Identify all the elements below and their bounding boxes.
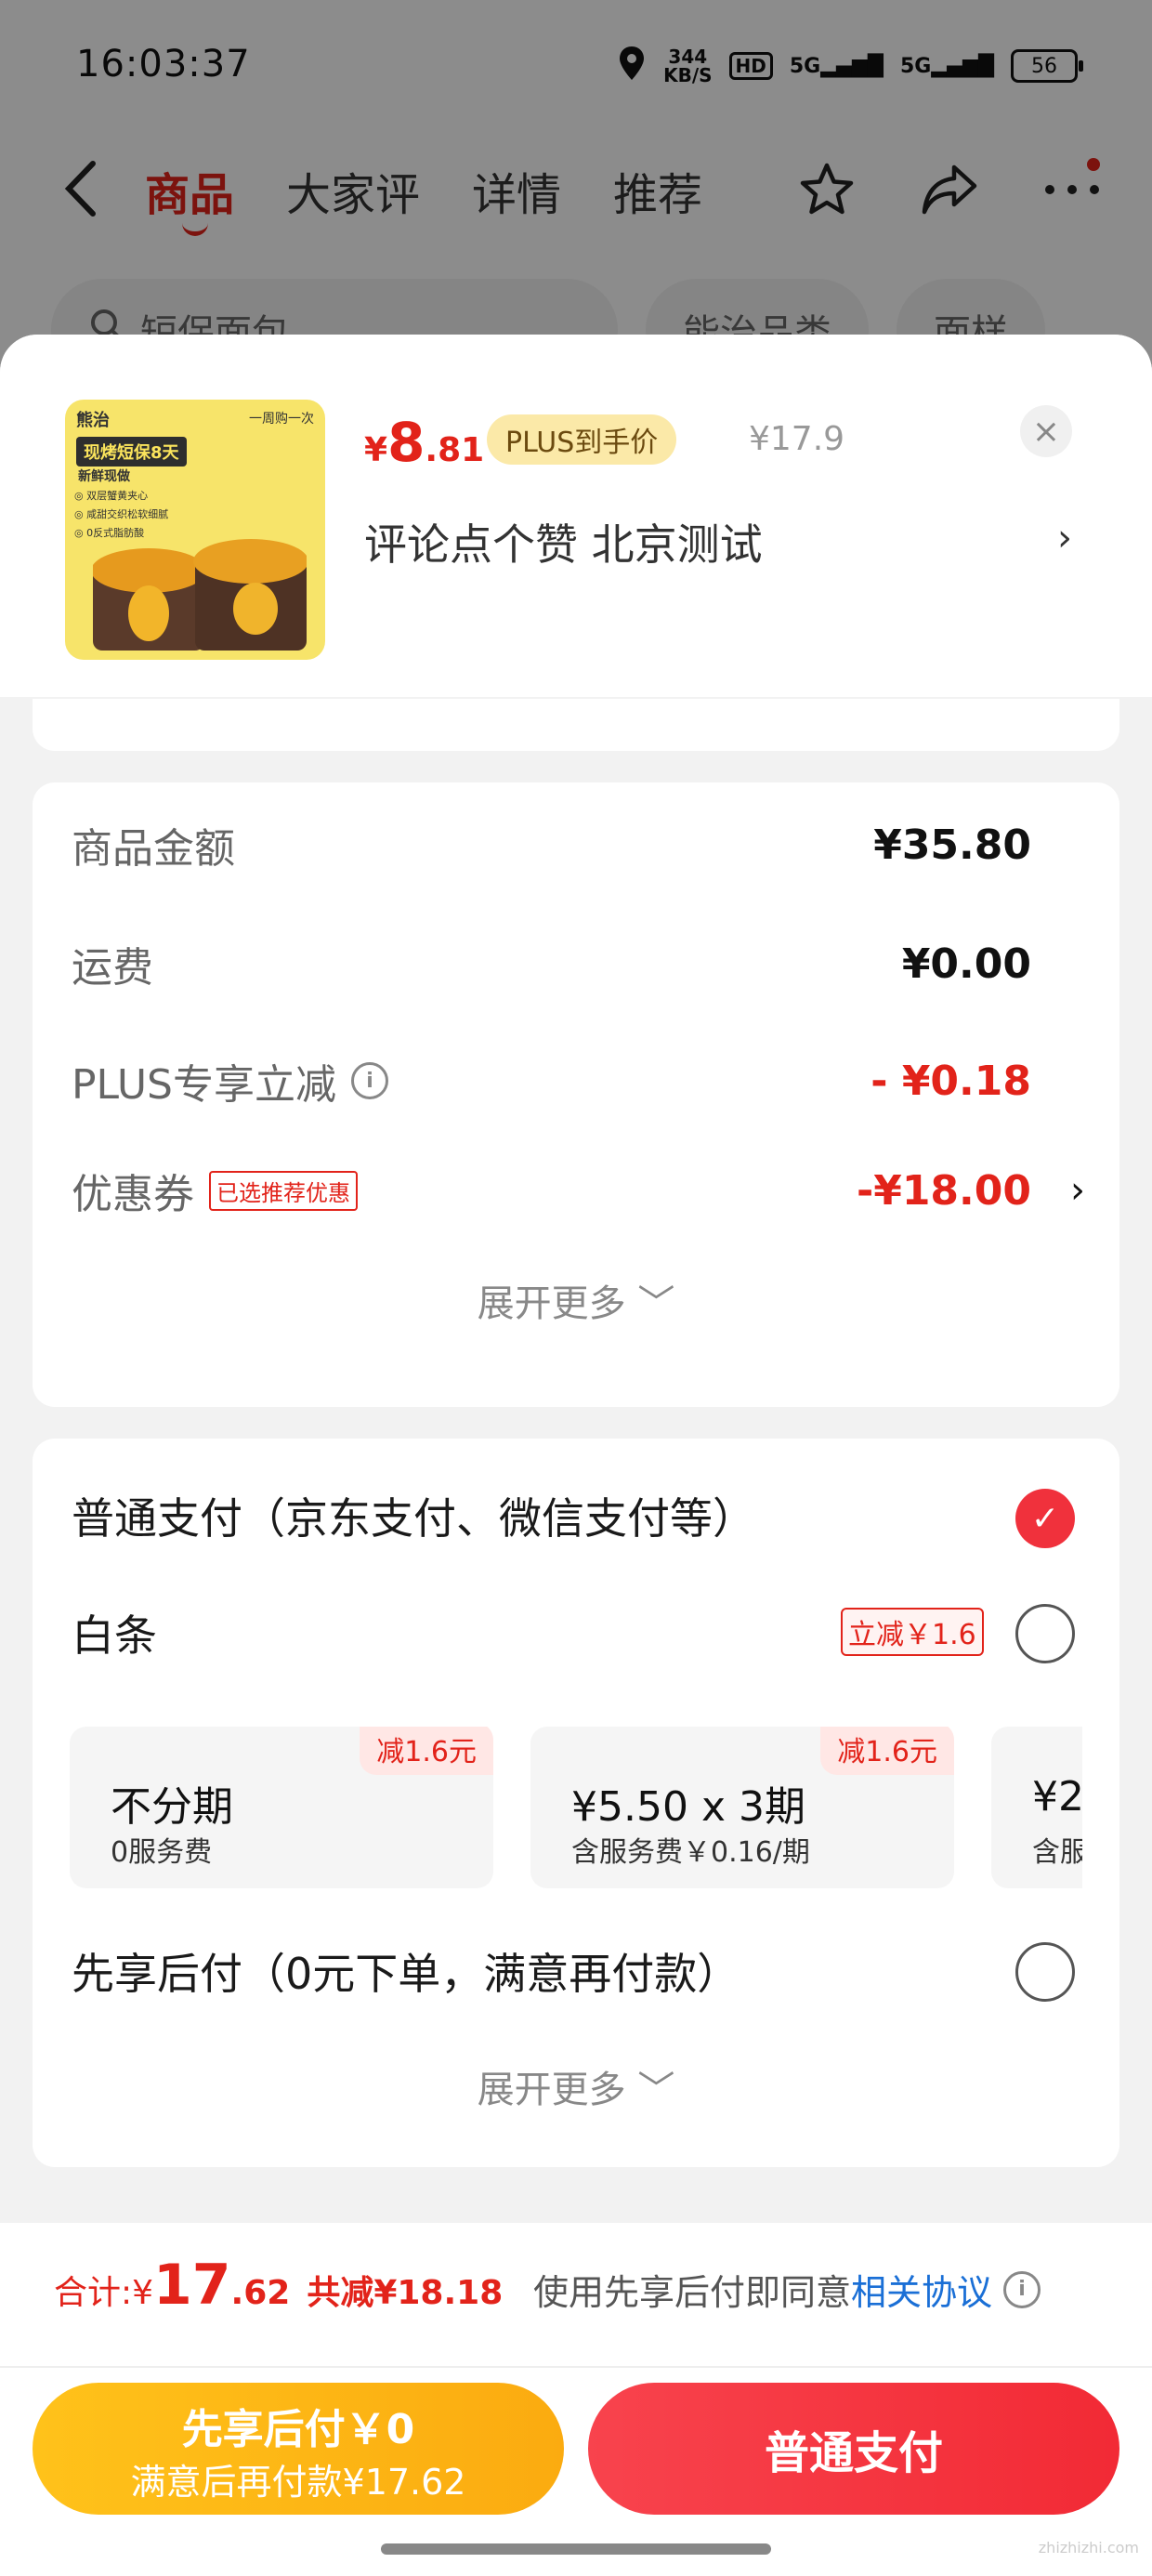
image-brand: 熊治	[76, 411, 110, 430]
goods-amount-row: 商品金额 ¥35.80	[72, 812, 1031, 877]
image-tagline: 一周购一次	[249, 412, 314, 427]
pay-later-label[interactable]: 先享后付（0元下单，满意再付款）	[72, 1940, 740, 2002]
pay-later-button[interactable]: 先享后付￥0 满意后再付款¥17.62	[33, 2383, 564, 2515]
plan-subtitle: 0服务费	[111, 1836, 213, 1869]
baitiao-discount-tag: 立减￥1.6	[841, 1608, 984, 1656]
product-spec[interactable]: 评论点个赞 北京测试	[364, 511, 763, 572]
shipping-label: 运费	[72, 944, 153, 992]
shipping-row: 运费 ¥0.00	[72, 931, 1031, 996]
plan-title: 不分期	[111, 1783, 233, 1831]
image-points: 双层蟹黄夹心 咸甜交织松软细腻 0反式脂肪酸	[74, 487, 168, 543]
total-saved: 共减¥18.18	[307, 2274, 504, 2312]
chevron-right-icon[interactable]: ›	[1070, 1169, 1085, 1212]
coupon-value: -¥18.00	[856, 1166, 1031, 1215]
agreement-link[interactable]: 相关协议	[851, 2272, 992, 2313]
chevron-right-icon[interactable]: ›	[1057, 517, 1072, 559]
normal-pay-label[interactable]: 普通支付（京东支付、微信支付等）	[72, 1485, 755, 1546]
image-point: 咸甜交织松软细腻	[74, 506, 168, 524]
coupon-label: 优惠券 已选推荐优惠	[72, 1161, 358, 1220]
baitiao-radio[interactable]	[1015, 1604, 1075, 1663]
total-int: 17	[153, 2253, 231, 2318]
plan-option[interactable]: 减1.6元 不分期 0服务费	[70, 1727, 493, 1888]
total-dec: .62	[230, 2274, 291, 2312]
image-title: 现烤短保8天	[76, 437, 187, 467]
product-image[interactable]: 熊治 一周购一次 现烤短保8天 新鲜现做 双层蟹黄夹心 咸甜交织松软细腻 0反式…	[65, 400, 325, 660]
plus-discount-row: PLUS专享立减 i - ¥0.18	[72, 1048, 1031, 1113]
plan-option[interactable]: 减1.6元 ¥5.50 x 3期 含服务费￥0.16/期	[530, 1727, 954, 1888]
amount-card: 商品金额 ¥35.80 运费 ¥0.00 PLUS专享立减 i - ¥0.18 …	[33, 782, 1119, 1407]
goods-amount-label: 商品金额	[72, 825, 235, 873]
coupon-row[interactable]: 优惠券 已选推荐优惠 -¥18.00 ›	[72, 1158, 1085, 1223]
plus-discount-value: - ¥0.18	[871, 1057, 1031, 1105]
plan-subtitle: 含服务费￥0.16/期	[571, 1836, 810, 1869]
current-price: ¥8.81	[364, 411, 485, 474]
goods-amount-value: ¥35.80	[873, 821, 1031, 869]
info-icon[interactable]: i	[351, 1062, 388, 1099]
plan-subtitle: 含服	[1032, 1836, 1082, 1869]
pay-later-button-sub: 满意后再付款¥17.62	[130, 2462, 466, 2503]
pay-later-button-title: 先享后付￥0	[181, 2406, 415, 2453]
total-label: 合计:	[54, 2274, 133, 2312]
pay-later-radio[interactable]	[1015, 1942, 1075, 2002]
watermark: zhizhizhi.com	[1038, 2539, 1139, 2556]
checkout-footer: 合计: ¥ 17 .62 共减¥18.18 使用先享后付即同意相关协议 i 先享…	[0, 2223, 1152, 2576]
plus-discount-label: PLUS专享立减 i	[72, 1051, 388, 1111]
installment-plans: 减1.6元 不分期 0服务费 减1.6元 ¥5.50 x 3期 含服务费￥0.1…	[70, 1727, 1082, 1894]
total-yen: ¥	[132, 2274, 154, 2312]
total-line: 合计: ¥ 17 .62 共减¥18.18	[54, 2253, 503, 2318]
plan-discount: 减1.6元	[820, 1727, 954, 1775]
agreement-text: 使用先享后付即同意相关协议 i	[533, 2264, 1041, 2315]
home-indicator[interactable]	[381, 2543, 771, 2555]
expand-more-payment[interactable]: 展开更多 ﹀	[33, 2059, 1119, 2113]
coupon-tag: 已选推荐优惠	[209, 1170, 358, 1211]
chevron-down-icon: ﹀	[637, 1282, 675, 1325]
chevron-down-icon: ﹀	[637, 2069, 675, 2111]
plan-title: ¥5.50 x 3期	[571, 1783, 805, 1831]
normal-pay-radio[interactable]: ✓	[1015, 1489, 1075, 1548]
product-header: 熊治 一周购一次 现烤短保8天 新鲜现做 双层蟹黄夹心 咸甜交织松软细腻 0反式…	[0, 335, 1152, 697]
section-strip	[33, 699, 1119, 751]
plan-option[interactable]: ¥2 含服	[991, 1727, 1082, 1888]
image-subtitle: 新鲜现做	[78, 469, 130, 484]
plan-discount: 减1.6元	[360, 1727, 493, 1775]
plus-price-badge: PLUS到手价	[487, 414, 677, 465]
bread-illustration	[93, 539, 307, 651]
info-icon[interactable]: i	[1003, 2270, 1041, 2308]
shipping-value: ¥0.00	[901, 940, 1031, 988]
original-price: ¥17.9	[749, 420, 845, 458]
close-button[interactable]: ×	[1020, 405, 1072, 457]
divider	[0, 2366, 1152, 2368]
normal-pay-button[interactable]: 普通支付	[588, 2383, 1119, 2515]
expand-more-amounts[interactable]: 展开更多 ﹀	[33, 1273, 1119, 1327]
plan-title: ¥2	[1032, 1773, 1082, 1820]
payment-card: 普通支付（京东支付、微信支付等） ✓ 白条 立减￥1.6 减1.6元 不分期 0…	[33, 1439, 1119, 2167]
baitiao-label[interactable]: 白条	[72, 1602, 157, 1663]
image-point: 双层蟹黄夹心	[74, 487, 168, 506]
